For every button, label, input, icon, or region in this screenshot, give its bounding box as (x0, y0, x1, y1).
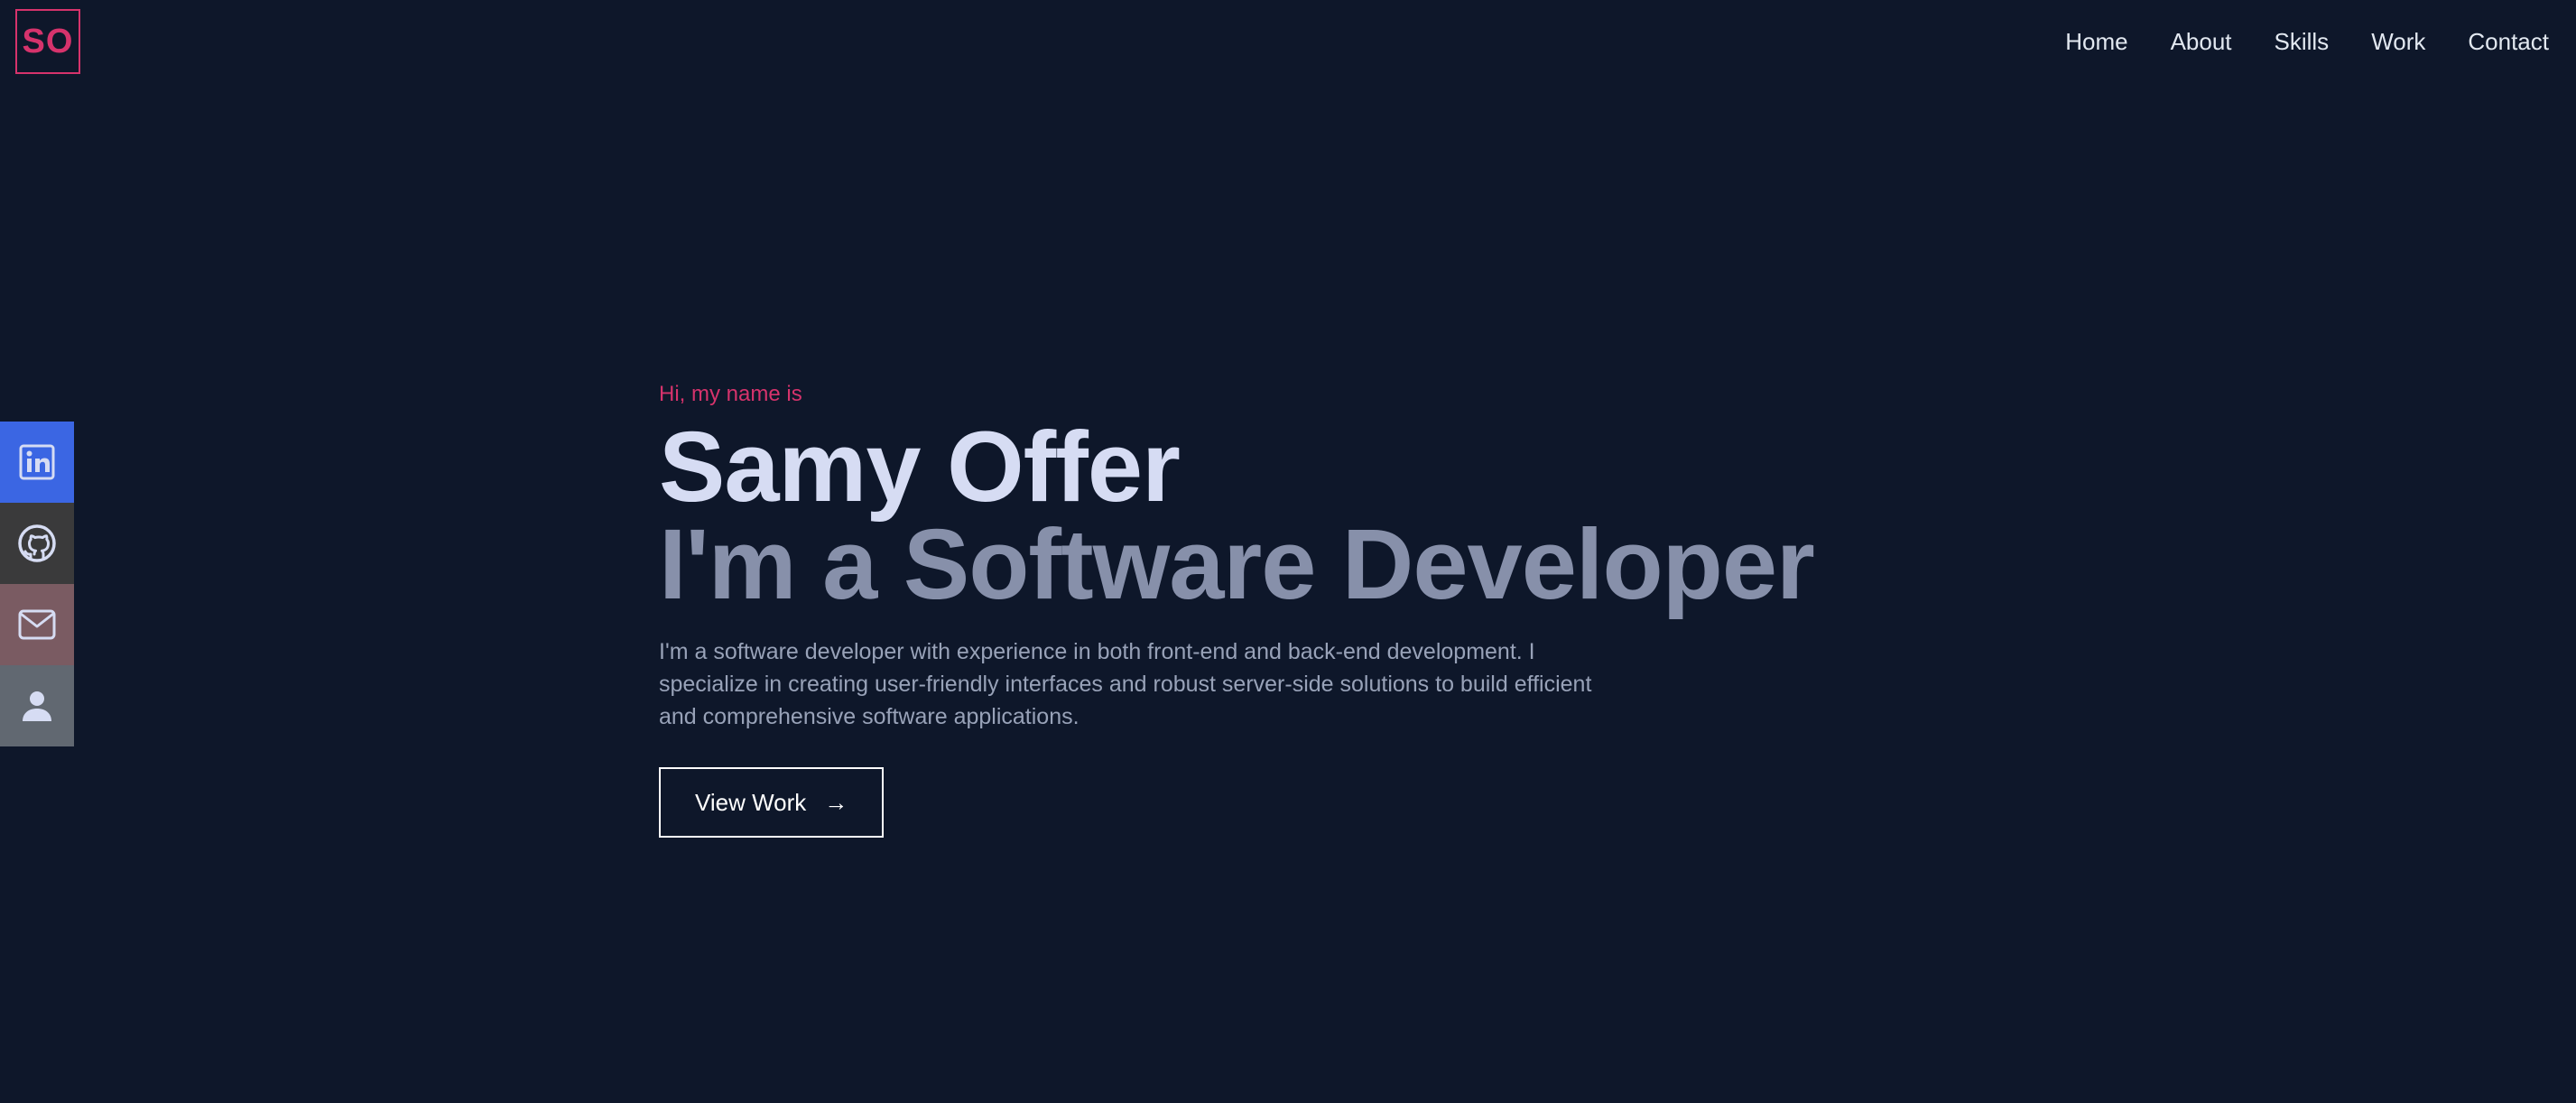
nav-contact[interactable]: Contact (2468, 25, 2549, 58)
resume-link[interactable] (0, 665, 74, 746)
logo[interactable]: SO (15, 9, 80, 74)
main-nav: Home About Skills Work Contact (2065, 25, 2549, 58)
arrow-right-icon: → (824, 789, 848, 816)
nav-work[interactable]: Work (2371, 25, 2425, 58)
nav-about[interactable]: About (2171, 25, 2232, 58)
user-icon (23, 691, 51, 721)
mail-link[interactable] (0, 584, 74, 665)
linkedin-link[interactable] (0, 422, 74, 503)
hero-intro: Hi, my name is (659, 382, 802, 406)
linkedin-icon (19, 444, 55, 480)
hero-section: Hi, my name is Samy Offer I'm a Software… (659, 379, 1923, 838)
mail-icon (18, 609, 56, 640)
github-icon (18, 524, 56, 562)
github-link[interactable] (0, 503, 74, 584)
hero-role: I'm a Software Developer (659, 509, 1815, 620)
nav-skills[interactable]: Skills (2275, 25, 2330, 58)
hero-description: I'm a software developer with experience… (659, 639, 1592, 729)
nav-home[interactable]: Home (2065, 25, 2127, 58)
view-work-label: View Work (695, 788, 807, 816)
social-sidebar (0, 422, 74, 746)
view-work-button[interactable]: View Work → (659, 767, 885, 838)
hero-name: Samy Offer (659, 412, 1181, 523)
page: SO Home About Skills Work Contact Hi, my… (0, 0, 2576, 1103)
